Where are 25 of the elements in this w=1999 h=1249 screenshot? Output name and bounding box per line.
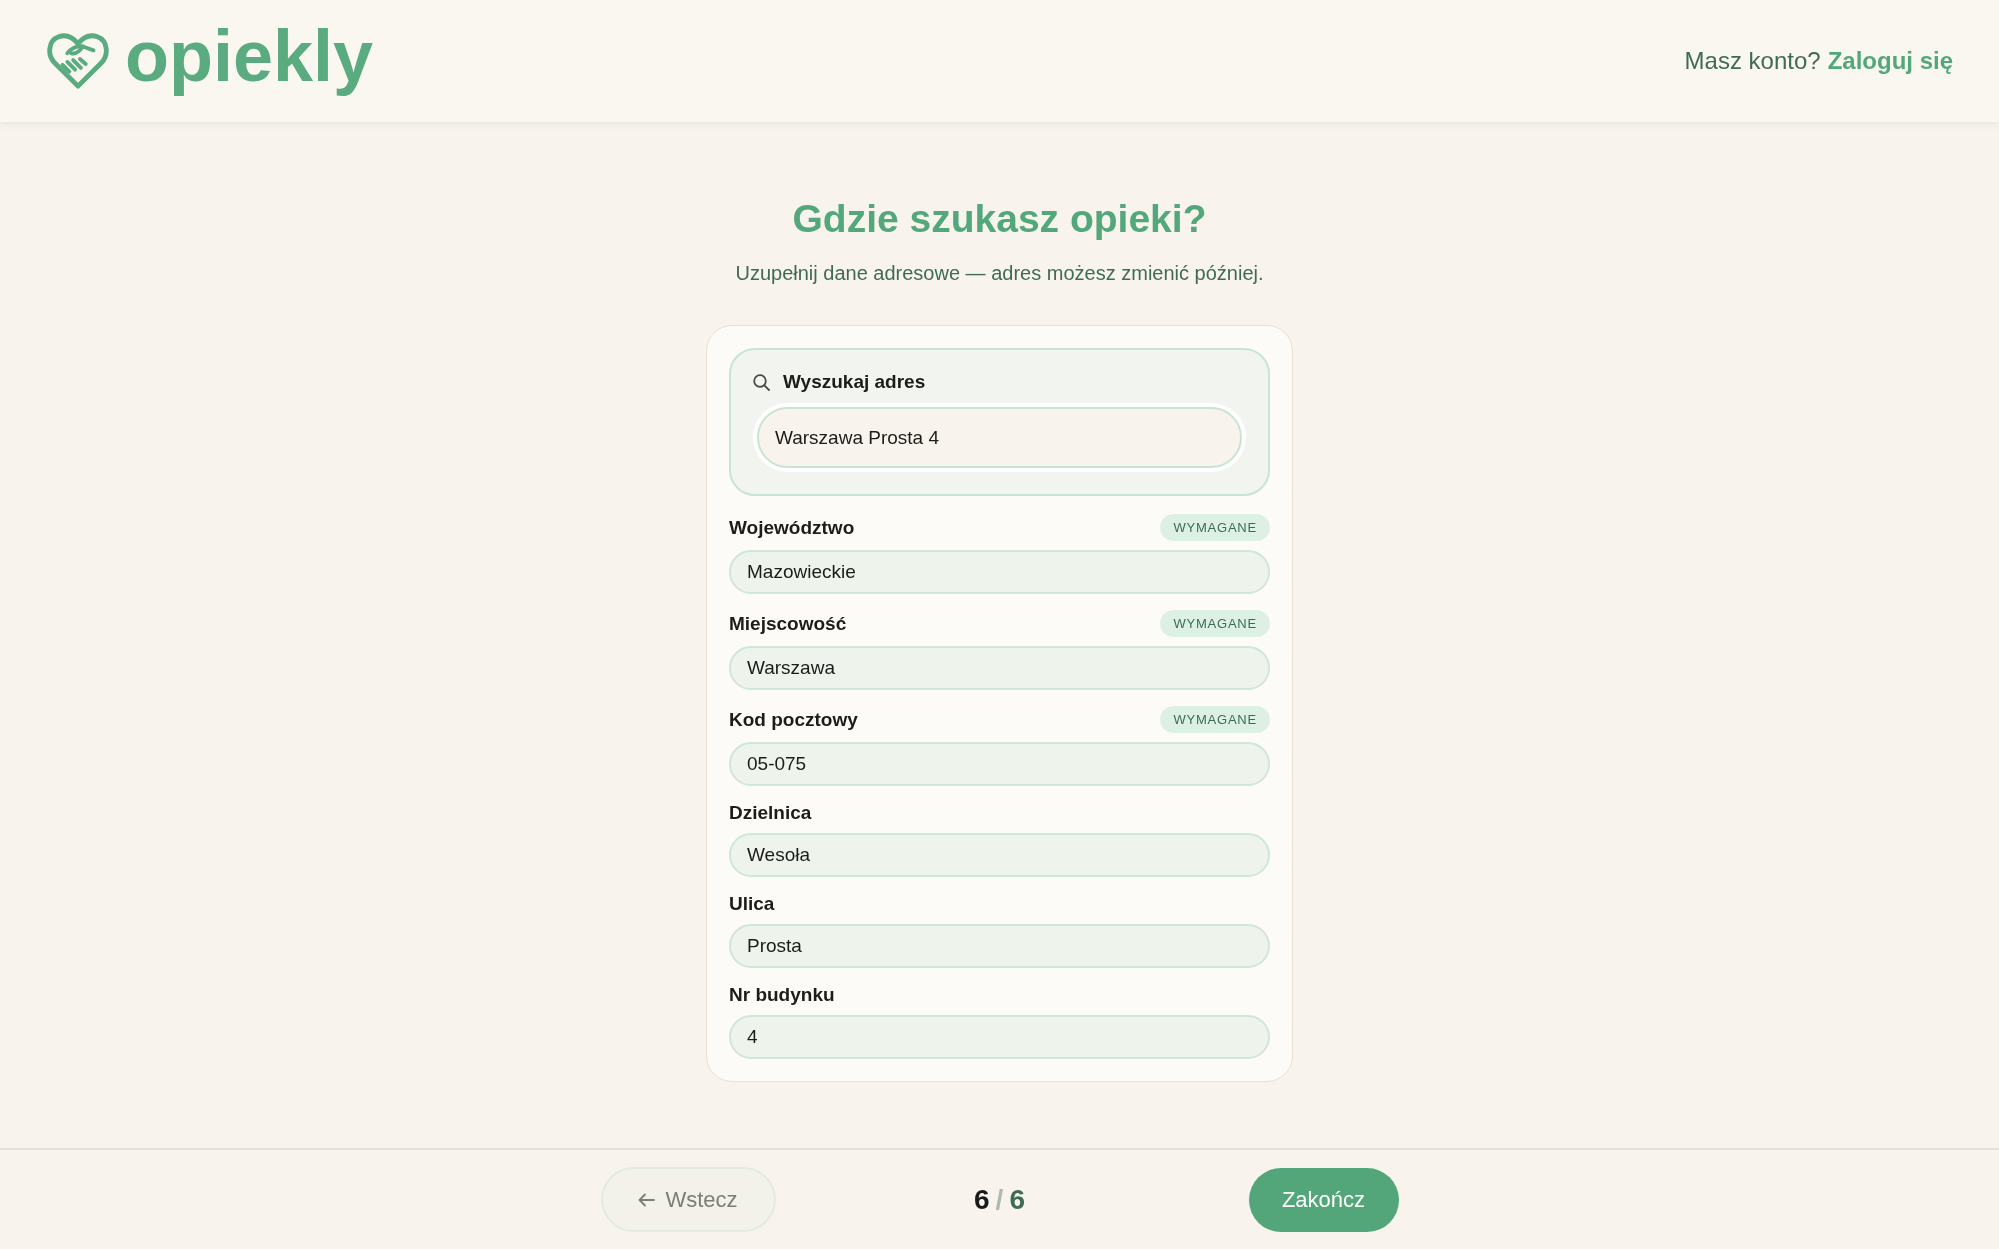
- arrow-left-icon: [638, 1192, 656, 1207]
- heart-handshake-icon: [45, 31, 111, 91]
- search-icon: [753, 373, 770, 391]
- back-button[interactable]: Wstecz: [600, 1167, 776, 1232]
- field-label: Ulica: [729, 893, 775, 915]
- required-badge: WYMAGANE: [1160, 514, 1270, 541]
- text-field[interactable]: Prosta: [729, 924, 1270, 968]
- field-label: Województwo: [729, 516, 855, 539]
- page-subtitle: Uzupełnij dane adresowe — adres możesz zmienić później.: [735, 261, 1264, 286]
- field-label: Nr budynku: [729, 984, 835, 1006]
- address-search-field[interactable]: Warszawa Prosta 4: [757, 407, 1242, 468]
- field-label: Dzielnica: [729, 802, 812, 824]
- search-label: Wyszukaj adres: [783, 369, 926, 394]
- text-field[interactable]: Warszawa: [729, 646, 1270, 690]
- account-prompt: Masz konto?: [1684, 46, 1821, 76]
- text-field[interactable]: Mazowieckie: [729, 550, 1270, 594]
- step-counter: 6 / 6: [974, 1182, 1025, 1217]
- field-label: Miejscowość: [729, 612, 847, 635]
- text-field[interactable]: 05-075: [729, 742, 1270, 786]
- text-field[interactable]: Wesoła: [729, 833, 1270, 877]
- page-title: Gdzie szukasz opieki?: [792, 197, 1207, 241]
- text-field[interactable]: 4: [729, 1015, 1270, 1059]
- required-badge: WYMAGANE: [1160, 610, 1270, 637]
- required-badge: WYMAGANE: [1160, 706, 1270, 733]
- field-label: Kod pocztowy: [729, 708, 858, 731]
